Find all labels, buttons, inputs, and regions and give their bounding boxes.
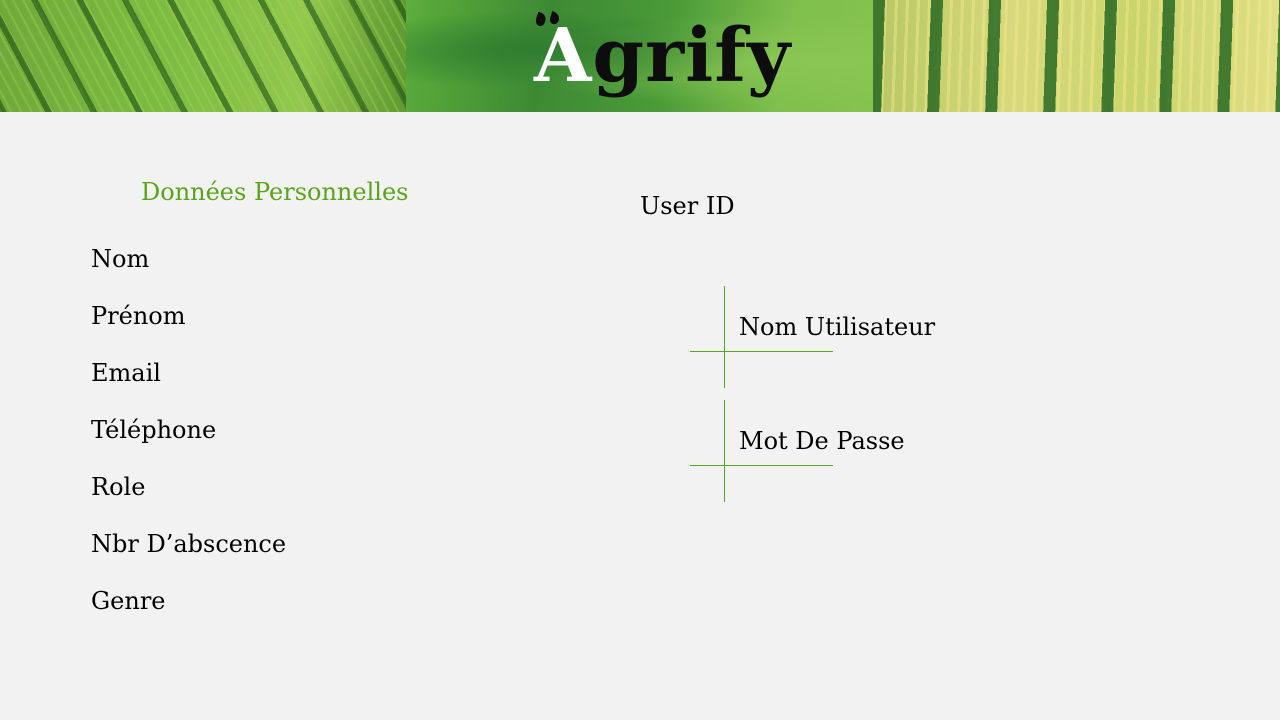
username-divider-vertical bbox=[724, 286, 725, 388]
header-banner: Agrify bbox=[0, 0, 1280, 112]
password-label: Mot De Passe bbox=[739, 427, 905, 455]
absence-count-label: Nbr D’abscence bbox=[91, 530, 287, 558]
rice-field-right-image bbox=[873, 0, 1280, 112]
user-id-label: User ID bbox=[640, 192, 735, 220]
username-divider-horizontal bbox=[690, 351, 833, 352]
password-divider-vertical bbox=[724, 400, 725, 502]
username-label: Nom Utilisateur bbox=[739, 313, 936, 341]
prenom-label: Prénom bbox=[91, 302, 186, 330]
agrify-logo: Agrify bbox=[534, 14, 791, 98]
telephone-label: Téléphone bbox=[91, 416, 217, 444]
logo-rest: grify bbox=[592, 13, 792, 99]
password-divider-horizontal bbox=[690, 465, 833, 466]
personal-data-title: Données Personnelles bbox=[141, 178, 409, 206]
genre-label: Genre bbox=[91, 587, 166, 615]
logo-first-letter: A bbox=[534, 13, 593, 99]
email-label: Email bbox=[91, 359, 161, 387]
nom-label: Nom bbox=[91, 245, 150, 273]
role-label: Role bbox=[91, 473, 146, 501]
rice-field-left-image bbox=[0, 0, 406, 112]
logo-panel: Agrify bbox=[406, 0, 873, 112]
